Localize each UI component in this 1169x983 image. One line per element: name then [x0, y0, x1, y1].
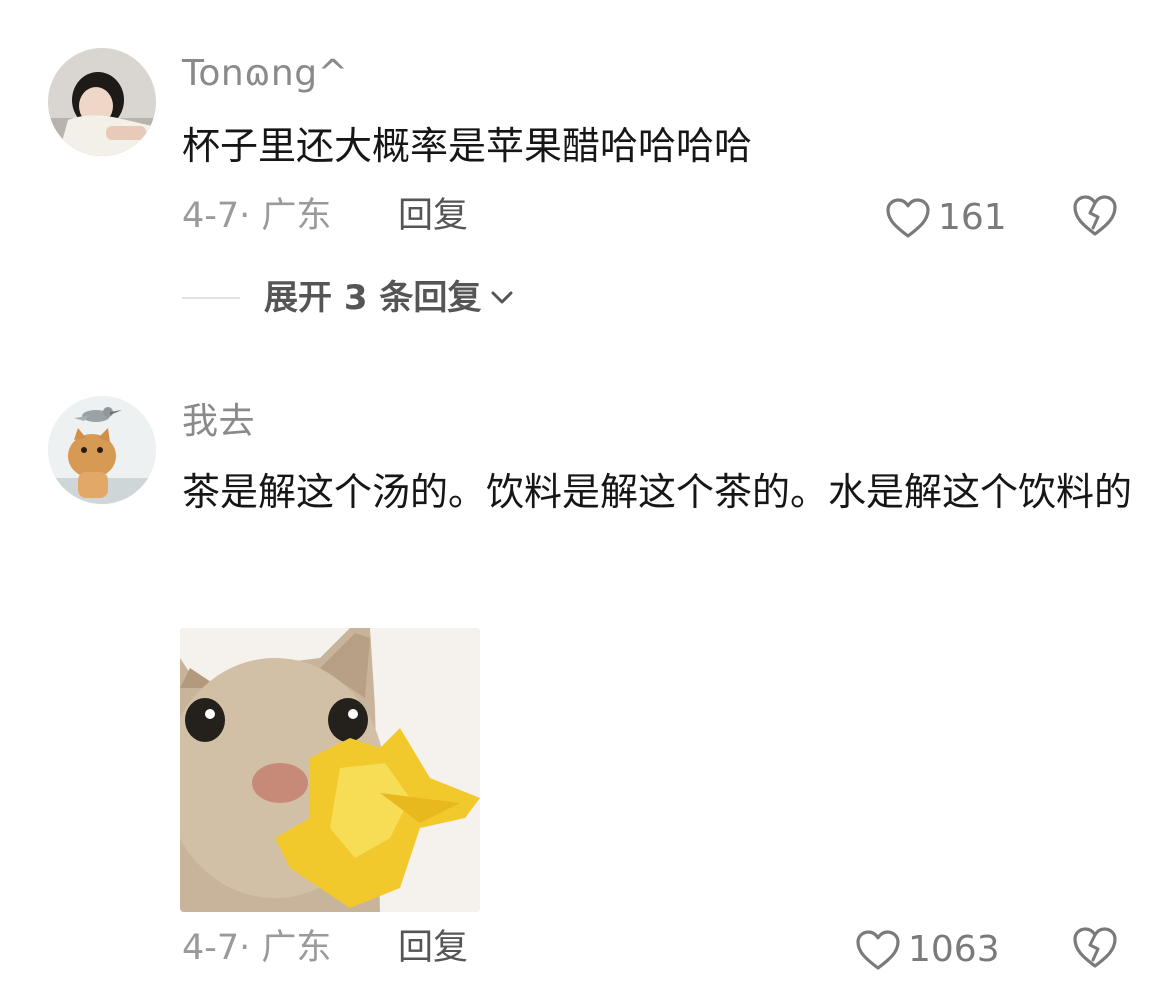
username[interactable]: 我去: [182, 404, 255, 440]
reply-button[interactable]: 回复: [398, 931, 468, 966]
broken-heart-icon: [1073, 927, 1117, 968]
dislike-button[interactable]: [1071, 924, 1119, 970]
sticker-image[interactable]: [180, 628, 480, 912]
like-count: 1063: [908, 929, 1000, 970]
avatar-image: [48, 396, 156, 504]
comment-text: 茶是解这个汤的。饮料是解这个茶的。水是解这个饮料的: [182, 470, 1133, 514]
cat-flower-sticker: [180, 628, 480, 912]
avatar[interactable]: [48, 396, 156, 504]
heart-outline-icon: [856, 930, 900, 970]
comment-item: 我去 茶是解这个汤的。饮料是解这个茶的。水是解这个饮料的 4-7· 广东 回复 …: [0, 0, 1169, 983]
comment-meta: 4-7· 广东: [182, 928, 332, 968]
like-button[interactable]: 1063: [854, 926, 1000, 974]
